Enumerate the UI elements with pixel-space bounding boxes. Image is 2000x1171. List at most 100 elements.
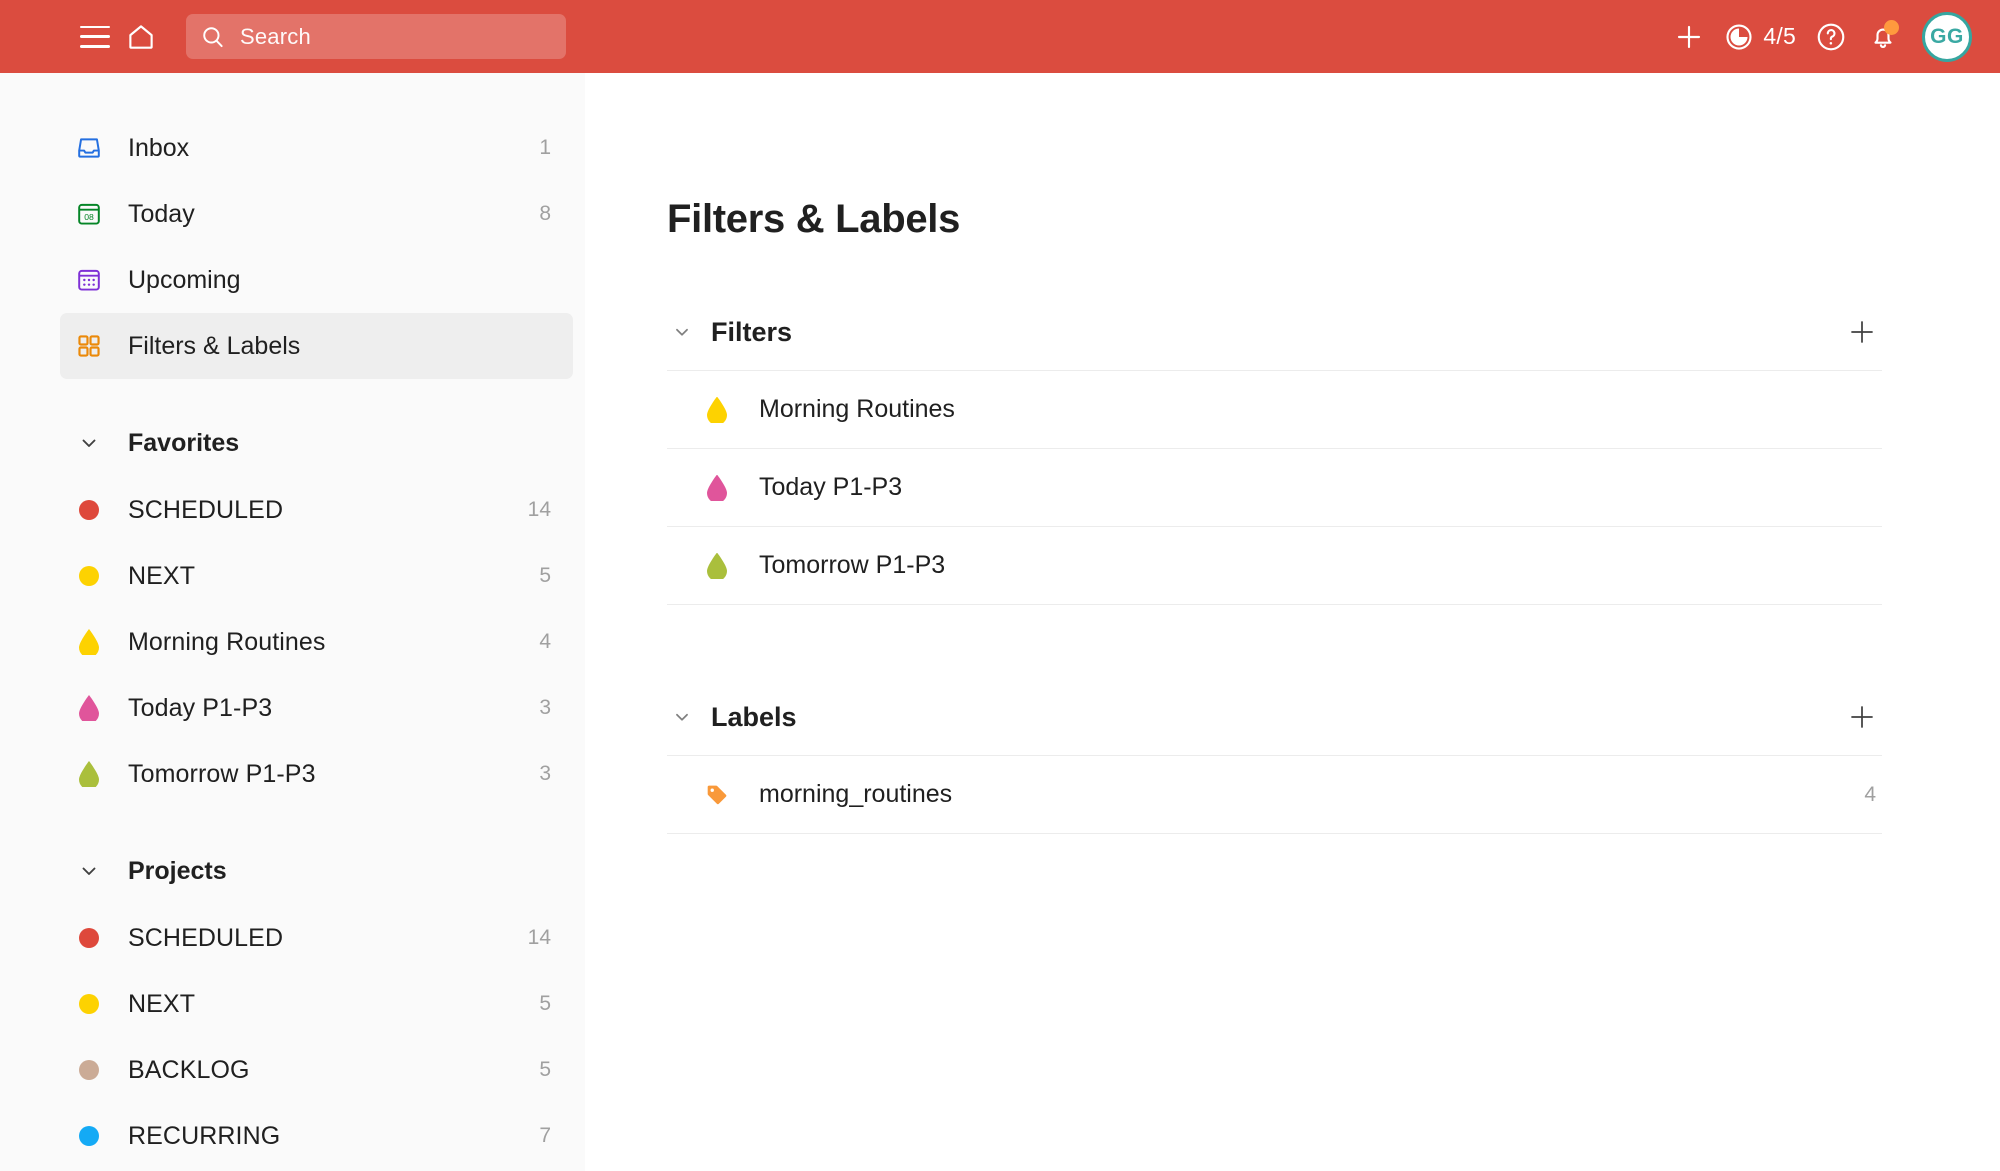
add-task-button[interactable] [1666, 14, 1712, 60]
inbox-icon [72, 134, 106, 162]
filter-row-tomorrow-p1-p3[interactable]: Tomorrow P1-P3 [667, 527, 1882, 605]
main-content: Filters & Labels Filters Morning Routine… [585, 73, 2000, 1171]
productivity-circle-icon [1726, 23, 1752, 50]
header-right-group: 4/5 GG [1666, 11, 1972, 62]
labels-section-header: Labels [667, 697, 1882, 756]
tag-icon [701, 782, 733, 808]
sidebar-item-count: 5 [539, 992, 551, 1015]
project-dot-icon [72, 1060, 106, 1080]
search-placeholder: Search [240, 23, 311, 49]
sidebar-item-count: 7 [539, 1124, 551, 1147]
section-heading: Labels [711, 701, 797, 732]
label-name: morning_routines [759, 780, 953, 808]
sidebar-project-recurring[interactable]: RECURRING 7 [60, 1103, 573, 1169]
notification-badge [1884, 19, 1899, 35]
sidebar-item-count: 8 [539, 202, 551, 225]
app-body: Inbox 1 08 Today 8 Upcoming Filters & La… [0, 73, 2000, 1171]
sidebar-item-count: 5 [539, 1058, 551, 1081]
sidebar-favorite-scheduled[interactable]: SCHEDULED 14 [60, 477, 573, 543]
content-container: Filters & Labels Filters Morning Routine… [667, 197, 1882, 834]
filter-label: Today P1-P3 [759, 473, 903, 501]
sidebar-item-label: Today [128, 199, 195, 228]
search-icon [203, 26, 223, 47]
filters-section-header: Filters [667, 312, 1882, 371]
project-dot-icon [72, 1126, 106, 1146]
calendar-today-icon: 08 [72, 200, 106, 228]
search-input[interactable]: Search [186, 14, 566, 59]
sidebar-item-label: BACKLOG [128, 1055, 250, 1084]
filter-droplet-icon [701, 475, 733, 501]
section-title: Favorites [128, 428, 240, 457]
notifications-button[interactable] [1860, 14, 1906, 60]
filter-row-morning-routines[interactable]: Morning Routines [667, 371, 1882, 449]
page-title: Filters & Labels [667, 197, 961, 241]
filter-droplet-icon [72, 761, 106, 787]
sidebar-item-count: 4 [539, 630, 551, 653]
sidebar-project-backlog[interactable]: BACKLOG 5 [60, 1037, 573, 1103]
sidebar-item-label: SCHEDULED [128, 923, 284, 952]
label-row-morning-routines[interactable]: morning_routines 4 [667, 756, 1882, 834]
sidebar-favorite-morning-routines[interactable]: Morning Routines 4 [60, 609, 573, 675]
sidebar-item-label: SCHEDULED [128, 495, 284, 524]
sidebar-section-projects[interactable]: Projects [60, 841, 573, 901]
plus-icon [1851, 321, 1873, 343]
sidebar-item-count: 14 [527, 926, 551, 949]
filter-droplet-icon [701, 397, 733, 423]
svg-text:08: 08 [84, 212, 94, 222]
sidebar-item-upcoming[interactable]: Upcoming [60, 247, 573, 313]
filter-label: Morning Routines [759, 395, 955, 423]
sidebar-item-label: Filters & Labels [128, 331, 301, 360]
sidebar-favorite-next[interactable]: NEXT 5 [60, 543, 573, 609]
header-left-group: Search [72, 14, 566, 60]
sidebar-section-favorites[interactable]: Favorites [60, 413, 573, 473]
sidebar-item-count: 3 [539, 696, 551, 719]
sidebar-item-count: 5 [539, 564, 551, 587]
add-filter-button[interactable] [1842, 312, 1882, 352]
add-label-button[interactable] [1842, 697, 1882, 737]
sidebar-item-label: Inbox [128, 133, 190, 162]
filter-label: Tomorrow P1-P3 [759, 551, 946, 579]
sidebar-item-filters-labels[interactable]: Filters & Labels [60, 313, 573, 379]
plus-icon [1678, 25, 1701, 48]
home-icon [129, 24, 153, 49]
section-heading: Filters [711, 316, 793, 347]
sidebar-item-label: Today P1-P3 [128, 693, 273, 722]
help-circle-icon [1817, 23, 1845, 50]
productivity-button[interactable]: 4/5 [1718, 14, 1802, 60]
home-button[interactable] [118, 14, 164, 60]
project-dot-icon [72, 994, 106, 1014]
hamburger-icon [80, 25, 110, 48]
sidebar-project-next[interactable]: NEXT 5 [60, 971, 573, 1037]
chevron-down-icon[interactable] [667, 706, 697, 728]
sidebar-item-label: RECURRING [128, 1121, 281, 1150]
chevron-down-icon[interactable] [667, 321, 697, 343]
sidebar-favorite-today-p1-p3[interactable]: Today P1-P3 3 [60, 675, 573, 741]
project-dot-icon [72, 500, 106, 520]
calendar-upcoming-icon [72, 266, 106, 294]
sidebar-favorite-tomorrow-p1-p3[interactable]: Tomorrow P1-P3 3 [60, 741, 573, 807]
filters-labels-icon [72, 333, 106, 359]
sidebar-item-label: Morning Routines [128, 627, 326, 656]
chevron-down-icon [72, 859, 106, 883]
project-dot-icon [72, 928, 106, 948]
chevron-down-icon [72, 431, 106, 455]
sidebar-item-label: Upcoming [128, 265, 241, 294]
sidebar-item-count: 3 [539, 762, 551, 785]
avatar[interactable]: GG [1922, 11, 1972, 62]
karma-count-label: 4/5 [1763, 23, 1796, 49]
sidebar-item-label: NEXT [128, 989, 196, 1018]
sidebar-item-inbox[interactable]: Inbox 1 [60, 115, 573, 181]
section-title: Projects [128, 856, 227, 885]
sidebar-project-scheduled[interactable]: SCHEDULED 14 [60, 905, 573, 971]
avatar-initials: GG [1930, 24, 1964, 48]
sidebar-item-count: 1 [539, 136, 551, 159]
plus-icon [1851, 706, 1873, 728]
label-count: 4 [1864, 782, 1876, 806]
sidebar: Inbox 1 08 Today 8 Upcoming Filters & La… [0, 73, 585, 1171]
help-button[interactable] [1808, 14, 1854, 60]
sidebar-item-today[interactable]: 08 Today 8 [60, 181, 573, 247]
sidebar-item-count: 14 [527, 498, 551, 521]
filter-row-today-p1-p3[interactable]: Today P1-P3 [667, 449, 1882, 527]
menu-toggle-button[interactable] [72, 14, 118, 60]
